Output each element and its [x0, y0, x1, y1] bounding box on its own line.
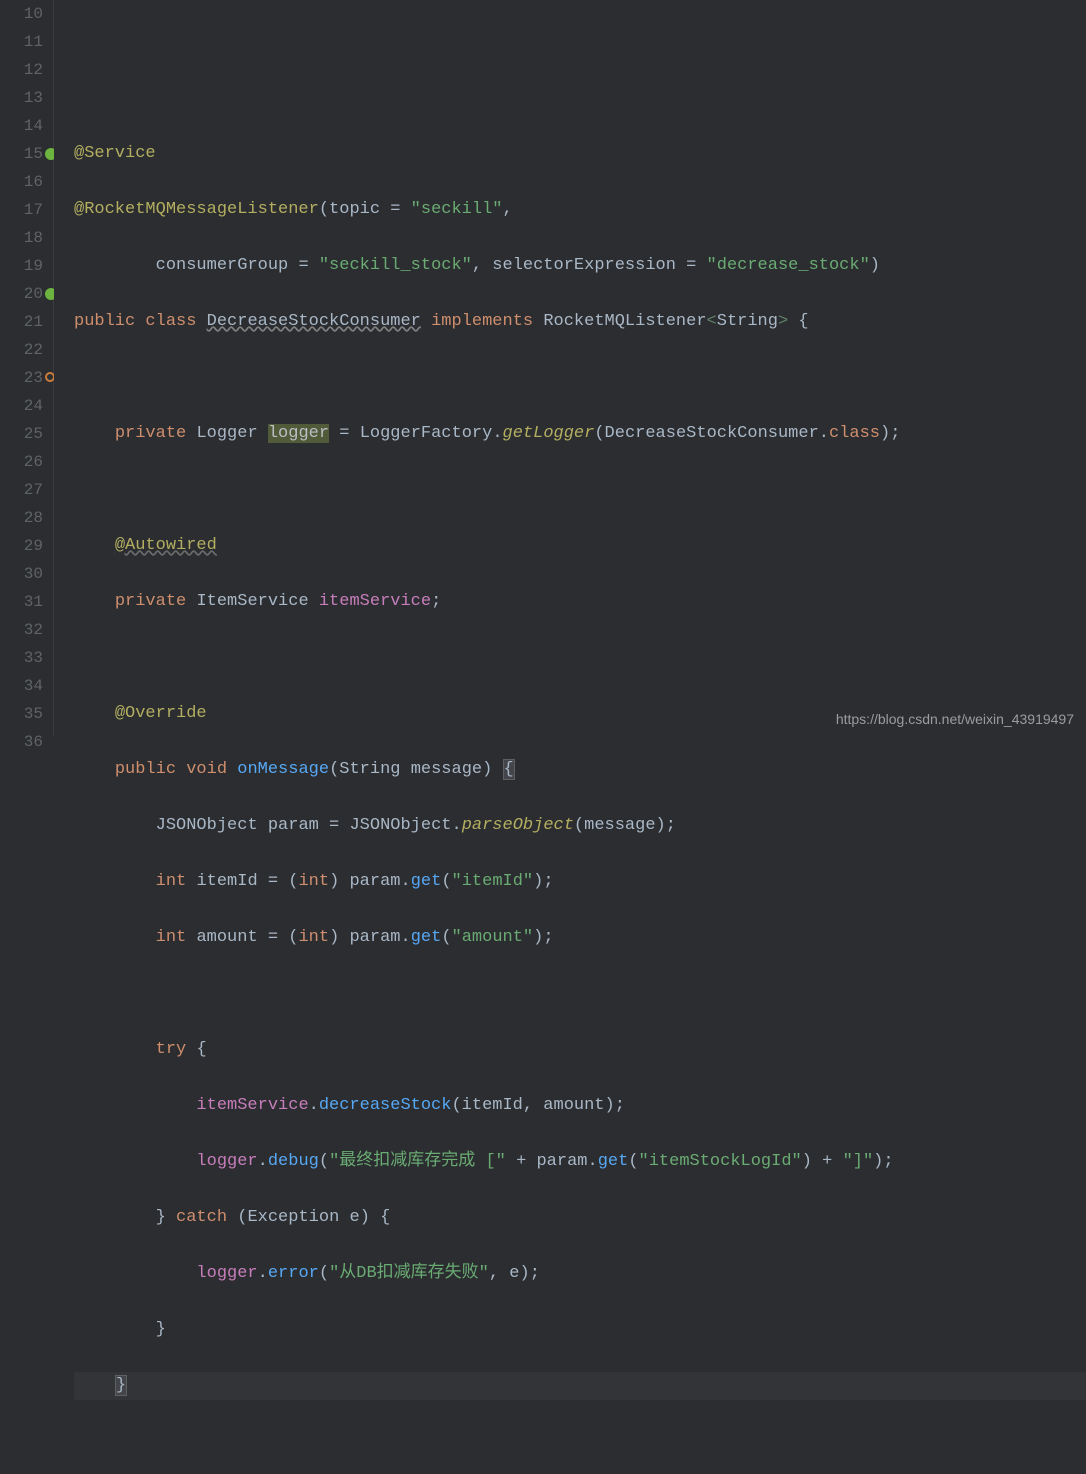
- code-line: logger.debug("最终扣减库存完成 [" + param.get("i…: [74, 1148, 1086, 1176]
- code-line: private Logger logger = LoggerFactory.ge…: [74, 420, 1086, 448]
- line-number: 28: [24, 504, 43, 532]
- line-number: 17: [24, 196, 43, 224]
- code-area[interactable]: @Service @RocketMQMessageListener(topic …: [68, 0, 1086, 737]
- code-line: [74, 644, 1086, 672]
- line-number: 15: [24, 140, 43, 168]
- line-number: 26: [24, 448, 43, 476]
- watermark: https://blog.csdn.net/weixin_43919497: [836, 711, 1074, 727]
- line-number: 32: [24, 616, 43, 644]
- line-numbers: 10 11 12 13 14 15 16 17 18 19 20 21 22 2…: [24, 0, 43, 756]
- code-line: }: [74, 1316, 1086, 1344]
- code-line: int itemId = (int) param.get("itemId");: [74, 868, 1086, 896]
- code-line: try {: [74, 1036, 1086, 1064]
- line-number: 11: [24, 28, 43, 56]
- code-line: private ItemService itemService;: [74, 588, 1086, 616]
- line-number: 27: [24, 476, 43, 504]
- fold-column: [54, 0, 68, 737]
- line-number: 16: [24, 168, 43, 196]
- code-line: @Autowired: [74, 532, 1086, 560]
- line-number: 30: [24, 560, 43, 588]
- line-number: 34: [24, 672, 43, 700]
- line-number: 23: [24, 364, 43, 392]
- line-number: 13: [24, 84, 43, 112]
- code-line: [74, 980, 1086, 1008]
- line-number: 31: [24, 588, 43, 616]
- code-line: int amount = (int) param.get("amount");: [74, 924, 1086, 952]
- line-number: 14: [24, 112, 43, 140]
- code-line: [74, 1428, 1086, 1456]
- line-number: 33: [24, 644, 43, 672]
- code-line: @RocketMQMessageListener(topic = "seckil…: [74, 196, 1086, 224]
- line-number: 35: [24, 700, 43, 728]
- code-line: public void onMessage(String message) {: [74, 756, 1086, 784]
- line-number: 22: [24, 336, 43, 364]
- line-number: 18: [24, 224, 43, 252]
- line-number: 10: [24, 0, 43, 28]
- line-number: 19: [24, 252, 43, 280]
- code-line: } catch (Exception e) {: [74, 1204, 1086, 1232]
- code-line: [74, 84, 1086, 112]
- line-number: 24: [24, 392, 43, 420]
- line-number: 20: [24, 280, 43, 308]
- line-number: 25: [24, 420, 43, 448]
- code-line: itemService.decreaseStock(itemId, amount…: [74, 1092, 1086, 1120]
- code-line: @Service: [74, 140, 1086, 168]
- code-line: JSONObject param = JSONObject.parseObjec…: [74, 812, 1086, 840]
- code-line: [74, 364, 1086, 392]
- line-number: 36: [24, 728, 43, 756]
- gutter: 10 11 12 13 14 15 16 17 18 19 20 21 22 2…: [0, 0, 54, 737]
- code-line: public class DecreaseStockConsumer imple…: [74, 308, 1086, 336]
- code-line: consumerGroup = "seckill_stock", selecto…: [74, 252, 1086, 280]
- line-number: 21: [24, 308, 43, 336]
- code-line: [74, 28, 1086, 56]
- code-editor[interactable]: 10 11 12 13 14 15 16 17 18 19 20 21 22 2…: [0, 0, 1086, 737]
- code-line-current: }: [74, 1372, 1086, 1400]
- line-number: 29: [24, 532, 43, 560]
- code-line: [74, 476, 1086, 504]
- line-number: 12: [24, 56, 43, 84]
- code-line: logger.error("从DB扣减库存失败", e);: [74, 1260, 1086, 1288]
